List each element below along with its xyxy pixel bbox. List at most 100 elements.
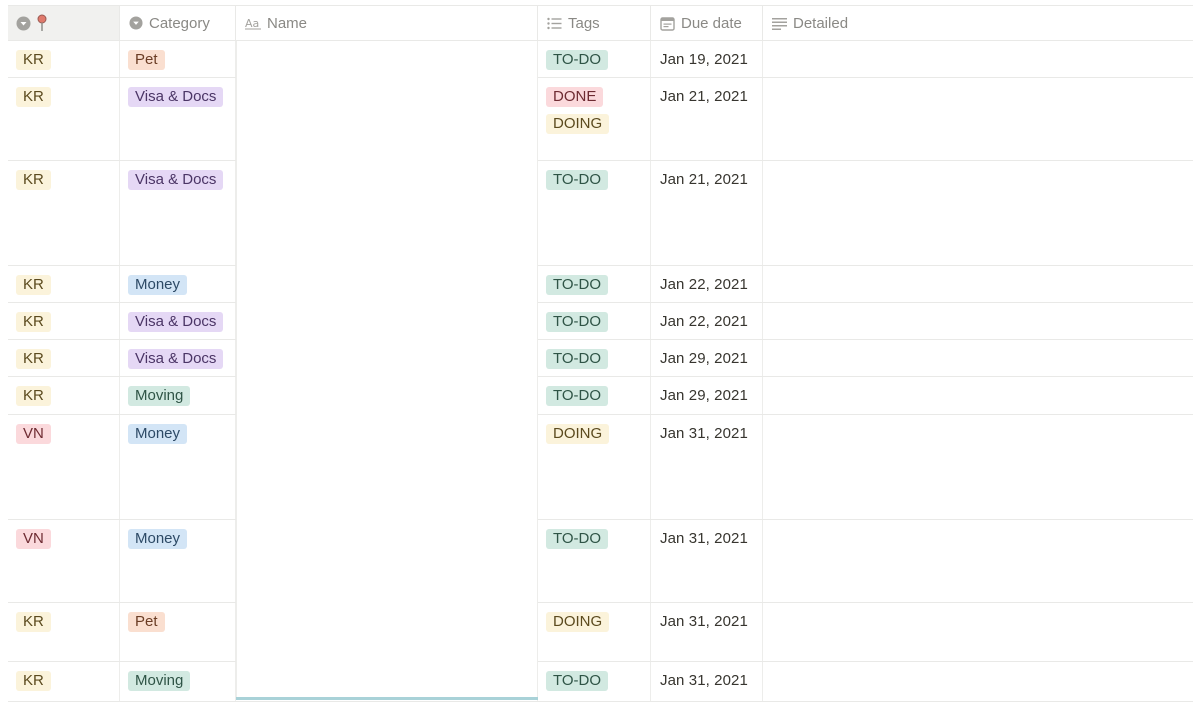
tag-chip[interactable]: Visa & Docs [128, 312, 224, 332]
tag-chip[interactable]: TO-DO [546, 529, 609, 549]
table-row[interactable]: KR Visa & Docs DONE DOING Jan 21, 2021 [8, 78, 1193, 161]
tag-chip[interactable]: Moving [128, 671, 191, 691]
tag-chip[interactable]: Money [128, 529, 188, 549]
region-cell[interactable]: KR [8, 603, 120, 662]
tag-chip[interactable]: KR [16, 275, 51, 295]
tag-chip[interactable]: Money [128, 275, 188, 295]
column-header-category[interactable]: Category [120, 6, 236, 40]
tag-chip[interactable]: Money [128, 424, 188, 444]
table-row[interactable]: KR Visa & Docs TO-DO Jan 21, 2021 [8, 161, 1193, 266]
table-row[interactable]: KR Moving TO-DO Jan 29, 2021 [8, 377, 1193, 415]
tag-chip[interactable]: KR [16, 612, 51, 632]
tag-chip[interactable]: DOING [546, 612, 610, 632]
due-date-cell[interactable]: Jan 31, 2021 [651, 415, 763, 520]
detailed-cell[interactable] [763, 41, 1193, 78]
tag-chip[interactable]: TO-DO [546, 312, 609, 332]
tags-cell[interactable]: TO-DO [538, 303, 651, 340]
category-cell[interactable]: Moving [120, 662, 236, 702]
tag-chip[interactable]: KR [16, 50, 51, 70]
detailed-cell[interactable] [763, 161, 1193, 266]
tag-chip[interactable]: Pet [128, 612, 165, 632]
tags-cell[interactable]: DOING [538, 415, 651, 520]
due-date-cell[interactable]: Jan 22, 2021 [651, 303, 763, 340]
tag-chip[interactable]: TO-DO [546, 349, 609, 369]
column-header-due-date[interactable]: Due date [651, 6, 763, 40]
column-header-tags[interactable]: Tags [538, 6, 651, 40]
tag-chip[interactable]: TO-DO [546, 671, 609, 691]
tag-chip[interactable]: DOING [546, 114, 610, 134]
region-cell[interactable]: VN [8, 520, 120, 603]
region-cell[interactable]: VN [8, 415, 120, 520]
tags-cell[interactable]: TO-DO [538, 662, 651, 702]
category-cell[interactable]: Pet [120, 603, 236, 662]
table-row[interactable]: VN Money TO-DO Jan 31, 2021 [8, 520, 1193, 603]
category-cell[interactable]: Moving [120, 377, 236, 415]
table-row[interactable]: KR Money TO-DO Jan 22, 2021 [8, 266, 1193, 303]
detailed-cell[interactable] [763, 78, 1193, 161]
name-column-body[interactable] [236, 41, 538, 700]
detailed-cell[interactable] [763, 340, 1193, 377]
category-cell[interactable]: Money [120, 415, 236, 520]
category-cell[interactable]: Visa & Docs [120, 161, 236, 266]
column-header-detailed[interactable]: Detailed [763, 6, 1193, 40]
tag-chip[interactable]: DOING [546, 424, 610, 444]
tag-chip[interactable]: KR [16, 170, 51, 190]
table-row[interactable]: KR Visa & Docs TO-DO Jan 29, 2021 [8, 340, 1193, 377]
due-date-cell[interactable]: Jan 21, 2021 [651, 78, 763, 161]
tag-chip[interactable]: Pet [128, 50, 165, 70]
region-cell[interactable]: KR [8, 303, 120, 340]
due-date-cell[interactable]: Jan 22, 2021 [651, 266, 763, 303]
column-header-name[interactable]: Aa Name [236, 6, 538, 40]
category-cell[interactable]: Money [120, 266, 236, 303]
region-cell[interactable]: KR [8, 78, 120, 161]
tag-chip[interactable]: TO-DO [546, 50, 609, 70]
category-cell[interactable]: Money [120, 520, 236, 603]
table-row[interactable]: KR Pet TO-DO Jan 19, 2021 [8, 41, 1193, 78]
table-row[interactable]: KR Visa & Docs TO-DO Jan 22, 2021 [8, 303, 1193, 340]
tag-chip[interactable]: TO-DO [546, 275, 609, 295]
tag-chip[interactable]: KR [16, 349, 51, 369]
due-date-cell[interactable]: Jan 29, 2021 [651, 340, 763, 377]
detailed-cell[interactable] [763, 603, 1193, 662]
tag-chip[interactable]: DONE [546, 87, 604, 107]
tag-chip[interactable]: Visa & Docs [128, 349, 224, 369]
tags-cell[interactable]: TO-DO [538, 266, 651, 303]
region-cell[interactable]: KR [8, 340, 120, 377]
column-header-region[interactable] [8, 6, 120, 40]
detailed-cell[interactable] [763, 415, 1193, 520]
detailed-cell[interactable] [763, 662, 1193, 702]
tag-chip[interactable]: TO-DO [546, 386, 609, 406]
detailed-cell[interactable] [763, 377, 1193, 415]
tag-chip[interactable]: Visa & Docs [128, 87, 224, 107]
tag-chip[interactable]: VN [16, 424, 51, 444]
tag-chip[interactable]: TO-DO [546, 170, 609, 190]
tags-cell[interactable]: DOING [538, 603, 651, 662]
region-cell[interactable]: KR [8, 266, 120, 303]
due-date-cell[interactable]: Jan 31, 2021 [651, 662, 763, 702]
region-cell[interactable]: KR [8, 41, 120, 78]
region-cell[interactable]: KR [8, 161, 120, 266]
tag-chip[interactable]: Visa & Docs [128, 170, 224, 190]
due-date-cell[interactable]: Jan 31, 2021 [651, 603, 763, 662]
due-date-cell[interactable]: Jan 31, 2021 [651, 520, 763, 603]
category-cell[interactable]: Visa & Docs [120, 303, 236, 340]
table-row[interactable]: KR Moving TO-DO Jan 31, 2021 [8, 662, 1193, 702]
due-date-cell[interactable]: Jan 21, 2021 [651, 161, 763, 266]
due-date-cell[interactable]: Jan 19, 2021 [651, 41, 763, 78]
tags-cell[interactable]: TO-DO [538, 340, 651, 377]
detailed-cell[interactable] [763, 520, 1193, 603]
tag-chip[interactable]: VN [16, 529, 51, 549]
tag-chip[interactable]: Moving [128, 386, 191, 406]
category-cell[interactable]: Pet [120, 41, 236, 78]
category-cell[interactable]: Visa & Docs [120, 78, 236, 161]
tags-cell[interactable]: TO-DO [538, 520, 651, 603]
tags-cell[interactable]: TO-DO [538, 161, 651, 266]
tags-cell[interactable]: TO-DO [538, 41, 651, 78]
region-cell[interactable]: KR [8, 662, 120, 702]
due-date-cell[interactable]: Jan 29, 2021 [651, 377, 763, 415]
tags-cell[interactable]: DONE DOING [538, 78, 651, 161]
table-row[interactable]: KR Pet DOING Jan 31, 2021 [8, 603, 1193, 662]
category-cell[interactable]: Visa & Docs [120, 340, 236, 377]
table-row[interactable]: VN Money DOING Jan 31, 2021 [8, 415, 1193, 520]
tag-chip[interactable]: KR [16, 386, 51, 406]
